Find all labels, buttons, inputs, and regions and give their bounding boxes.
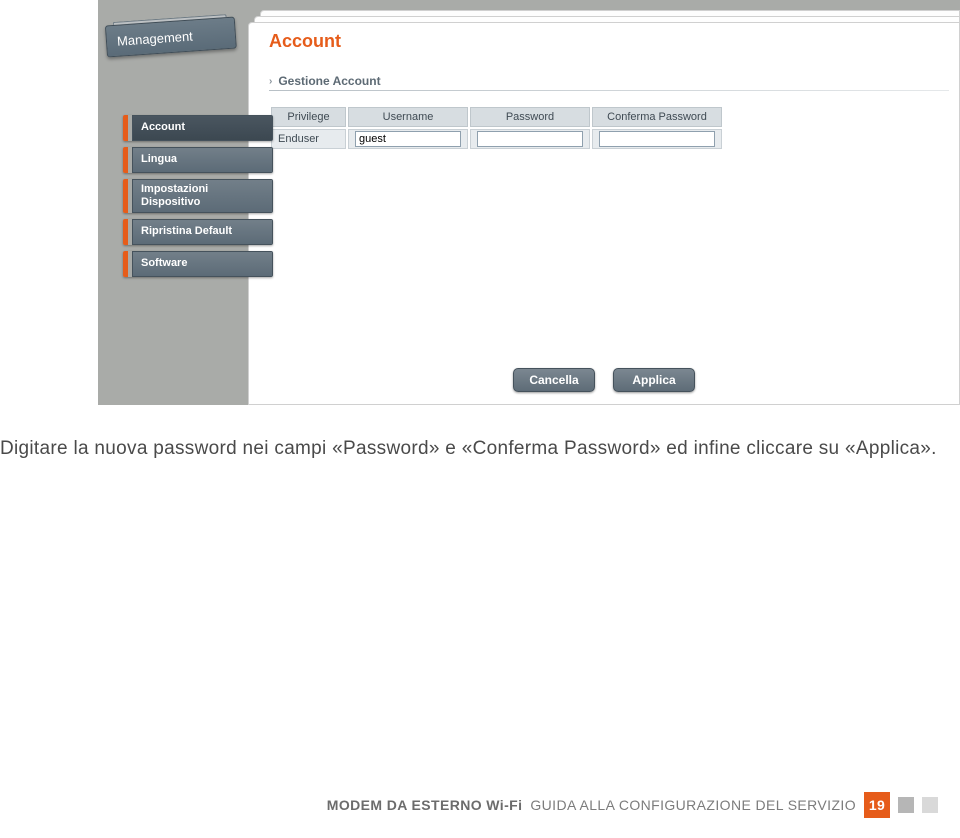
cell-privilege: Enduser (271, 129, 346, 149)
confirm-password-input[interactable] (599, 131, 715, 147)
page-title: Account (269, 31, 959, 52)
sidebar-item-label: Ripristina Default (132, 219, 273, 245)
sidebar: Account Lingua Impostazioni Dispositivo … (123, 115, 273, 283)
cancel-button[interactable]: Cancella (513, 368, 595, 392)
sidebar-item-label: Lingua (132, 147, 273, 173)
button-row: Cancella Applica (249, 368, 959, 392)
col-privilege: Privilege (271, 107, 346, 127)
section-header: › Gestione Account (269, 74, 959, 88)
footer-title-rest: GUIDA ALLA CONFIGURAZIONE DEL SERVIZIO (530, 797, 856, 813)
sidebar-item-software[interactable]: Software (123, 251, 273, 277)
sidebar-item-label: Impostazioni Dispositivo (132, 179, 273, 213)
decor-square-icon (922, 797, 938, 813)
cell-password (470, 129, 590, 149)
table-row: Enduser (271, 129, 722, 149)
panel-stack: Account › Gestione Account Privilege Use… (248, 10, 960, 405)
col-username: Username (348, 107, 468, 127)
username-input[interactable] (355, 131, 461, 147)
management-tab[interactable]: Management (105, 14, 238, 65)
account-table: Privilege Username Password Conferma Pas… (269, 105, 724, 151)
modem-admin-screenshot: Account › Gestione Account Privilege Use… (98, 0, 960, 405)
footer-title-bold: MODEM DA ESTERNO Wi-Fi (327, 797, 523, 813)
chevron-right-icon: › (269, 76, 272, 87)
table-header-row: Privilege Username Password Conferma Pas… (271, 107, 722, 127)
sidebar-item-lingua[interactable]: Lingua (123, 147, 273, 173)
page-number-badge: 19 (864, 792, 890, 818)
main-panel: Account › Gestione Account Privilege Use… (248, 22, 960, 405)
password-input[interactable] (477, 131, 583, 147)
section-label: Gestione Account (278, 74, 380, 88)
sidebar-item-label: Software (132, 251, 273, 277)
col-password: Password (470, 107, 590, 127)
sidebar-item-ripristina[interactable]: Ripristina Default (123, 219, 273, 245)
instruction-text: Digitare la nuova password nei campi «Pa… (0, 438, 960, 460)
decor-square-icon (898, 797, 914, 813)
sidebar-item-account[interactable]: Account (123, 115, 273, 141)
divider (269, 90, 949, 91)
apply-button[interactable]: Applica (613, 368, 695, 392)
sidebar-item-impostazioni[interactable]: Impostazioni Dispositivo (123, 179, 273, 213)
col-confirm: Conferma Password (592, 107, 722, 127)
cell-confirm (592, 129, 722, 149)
main-content: Account › Gestione Account Privilege Use… (269, 31, 959, 151)
sidebar-item-label: Account (132, 115, 273, 141)
cell-username (348, 129, 468, 149)
page-footer: MODEM DA ESTERNO Wi-Fi GUIDA ALLA CONFIG… (0, 792, 960, 818)
